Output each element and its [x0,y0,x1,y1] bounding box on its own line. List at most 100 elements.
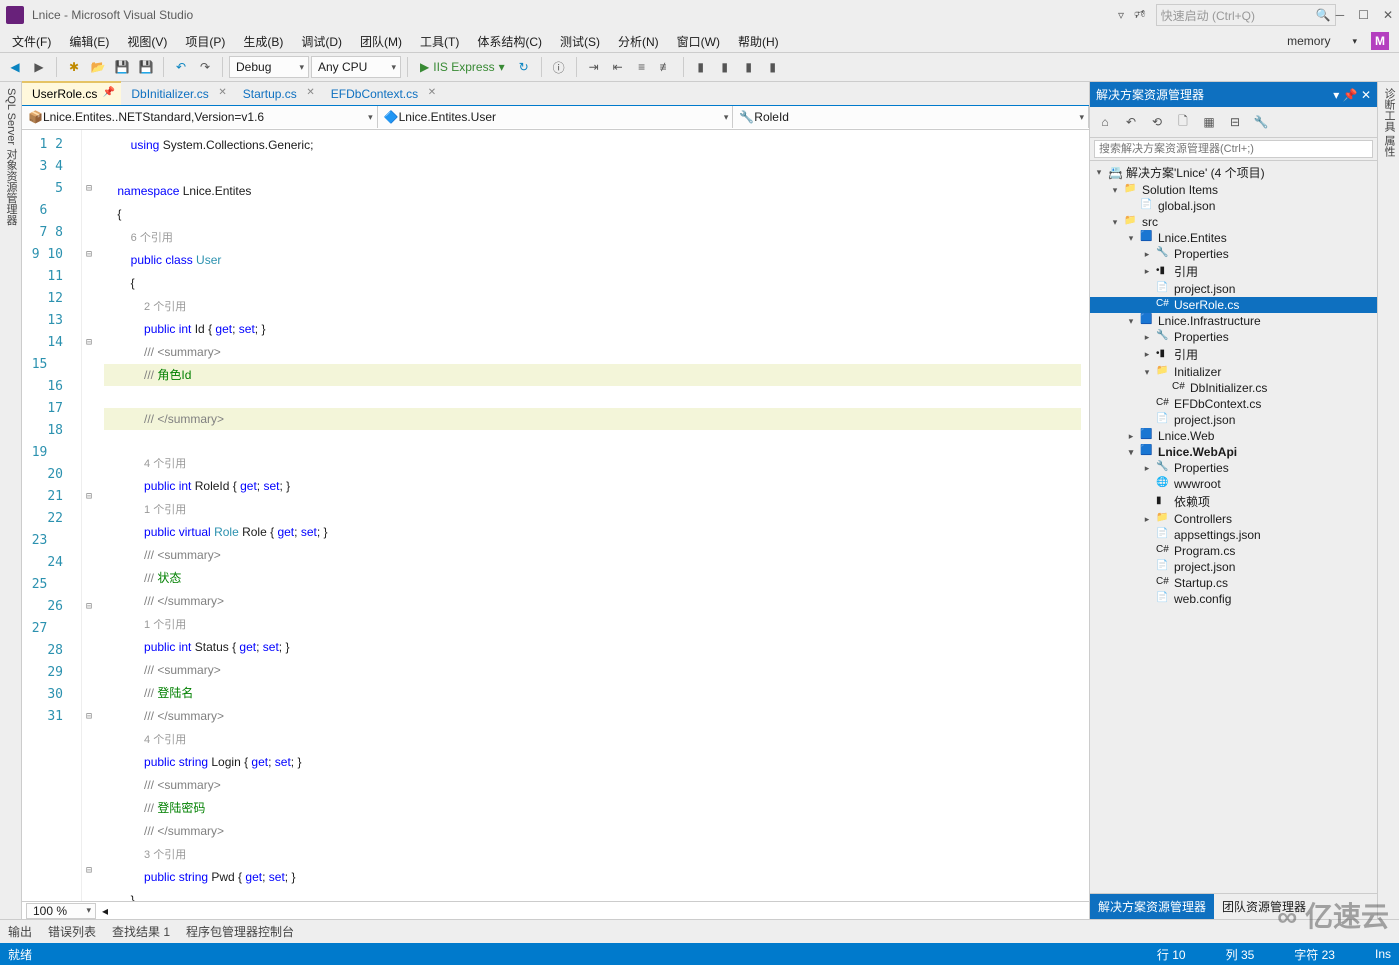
notification-icon[interactable]: ▿ [1118,8,1124,22]
menu-测试(S)[interactable]: 测试(S) [552,31,608,52]
redo-button[interactable]: ↷ [194,56,216,78]
output-tab-查找结果 1[interactable]: 查找结果 1 [112,923,170,940]
pane-dropdown-icon[interactable]: ▾ [1333,88,1339,102]
tool-icon-1[interactable]: ⓘ [548,56,570,78]
output-tab-错误列表[interactable]: 错误列表 [48,923,96,940]
new-project-button[interactable]: ✱ [63,56,85,78]
tree-item-Startup.cs[interactable]: C#Startup.cs [1090,575,1377,591]
pane-tab-解决方案资源管理器[interactable]: 解决方案资源管理器 [1090,894,1214,919]
right-vertical-tab[interactable]: 诊断工具 属性 [1377,82,1399,919]
tree-item-Lnice.WebApi[interactable]: ▾🟦Lnice.WebApi [1090,444,1377,460]
nav-back-button[interactable]: ◀ [4,56,26,78]
menu-帮助(H)[interactable]: 帮助(H) [730,31,787,52]
quick-launch-input[interactable]: 快速启动 (Ctrl+Q) 🔍 [1156,4,1336,26]
pin-icon[interactable]: 📌 [1343,88,1358,102]
tree-item-src[interactable]: ▾📁src [1090,214,1377,230]
tree-item-依赖项[interactable]: ▮依赖项 [1090,492,1377,511]
menu-分析(N)[interactable]: 分析(N) [610,31,667,52]
status-char: 字符 23 [1294,946,1335,963]
tree-item-Solution Items[interactable]: ▾📁Solution Items [1090,182,1377,198]
outdent-button[interactable]: ⇤ [607,56,629,78]
account-menu[interactable]: memory ▾ M [1273,30,1395,52]
run-button[interactable]: ▶ IIS Express ▾ [414,60,511,74]
menu-体系结构(C)[interactable]: 体系结构(C) [469,31,550,52]
se-sync-icon[interactable]: ⟲ [1146,111,1168,133]
tree-item-project.json[interactable]: 📄project.json [1090,281,1377,297]
code-editor[interactable]: 1 2 3 4 5 6 7 8 9 10 11 12 13 14 15 16 1… [22,130,1089,901]
save-button[interactable]: 💾 [111,56,133,78]
tree-item-wwwroot[interactable]: 🌐wwwroot [1090,476,1377,492]
output-tab-输出[interactable]: 输出 [8,923,32,940]
zoom-combo[interactable]: 100 % [26,903,96,919]
uncomment-button[interactable]: ≢ [655,56,677,78]
menu-调试(D)[interactable]: 调试(D) [293,31,350,52]
minimize-button[interactable]: ─ [1336,8,1345,22]
menu-窗口(W)[interactable]: 窗口(W) [669,31,728,52]
menu-文件(F)[interactable]: 文件(F) [4,31,59,52]
browser-link-button[interactable]: ↻ [513,56,535,78]
tree-item-web.config[interactable]: 📄web.config [1090,591,1377,607]
tab-DbInitializer.cs[interactable]: DbInitializer.cs✕ [121,83,232,105]
left-vertical-tab[interactable]: SQL Server 对象资源管理器 [0,82,22,919]
pane-close-icon[interactable]: ✕ [1361,88,1371,102]
tree-item-Lnice.Entites[interactable]: ▾🟦Lnice.Entites [1090,230,1377,246]
se-collapse-icon[interactable]: ⊟ [1224,111,1246,133]
save-all-button[interactable]: 💾 [135,56,157,78]
fold-column[interactable]: ⊟ ⊟ ⊟ ⊟ ⊟ ⊟ ⊟ ⊟ [82,130,96,901]
code-content[interactable]: using System.Collections.Generic; namesp… [96,130,1089,901]
indent-button[interactable]: ⇥ [583,56,605,78]
tree-item-EFDbContext.cs[interactable]: C#EFDbContext.cs [1090,396,1377,412]
output-tab-程序包管理器控制台[interactable]: 程序包管理器控制台 [186,923,294,940]
menu-视图(V)[interactable]: 视图(V) [119,31,175,52]
nav-fwd-button[interactable]: ▶ [28,56,50,78]
solution-explorer-search[interactable] [1090,138,1377,161]
menu-工具(T)[interactable]: 工具(T) [412,31,467,52]
tree-item-Initializer[interactable]: ▾📁Initializer [1090,364,1377,380]
menu-项目(P)[interactable]: 项目(P) [177,31,233,52]
comment-button[interactable]: ≡ [631,56,653,78]
tree-item-global.json[interactable]: 📄global.json [1090,198,1377,214]
maximize-button[interactable]: ☐ [1358,8,1369,22]
nav-class-combo[interactable]: 🔷 Lnice.Entites.User [378,106,734,128]
feedback-icon[interactable]: 🕫 [1134,5,1146,26]
tree-item-Program.cs[interactable]: C#Program.cs [1090,543,1377,559]
se-back-icon[interactable]: ↶ [1120,111,1142,133]
bookmark4-button[interactable]: ▮ [762,56,784,78]
config-combo[interactable]: Debug [229,56,309,78]
open-file-button[interactable]: 📂 [87,56,109,78]
tree-item-Lnice.Web[interactable]: ▸🟦Lnice.Web [1090,428,1377,444]
tab-Startup.cs[interactable]: Startup.cs✕ [233,83,321,105]
menu-生成(B)[interactable]: 生成(B) [235,31,291,52]
tree-item-Controllers[interactable]: ▸📁Controllers [1090,511,1377,527]
nav-project-combo[interactable]: 📦 Lnice.Entites..NETStandard,Version=v1.… [22,106,378,128]
se-search-input[interactable] [1094,140,1373,158]
tree-item-Lnice.Infrastructure[interactable]: ▾🟦Lnice.Infrastructure [1090,313,1377,329]
nav-member-combo[interactable]: 🔧 RoleId [733,106,1089,128]
close-button[interactable]: ✕ [1383,8,1393,22]
tree-item-引用[interactable]: ▸•▮引用 [1090,345,1377,364]
solution-root[interactable]: ▾📇解决方案'Lnice' (4 个项目) [1090,163,1377,182]
tree-item-Properties[interactable]: ▸🔧Properties [1090,329,1377,345]
se-showall-icon[interactable]: ▦ [1198,111,1220,133]
menu-团队(M)[interactable]: 团队(M) [352,31,410,52]
bookmark2-button[interactable]: ▮ [714,56,736,78]
tab-EFDbContext.cs[interactable]: EFDbContext.cs✕ [321,83,442,105]
tree-item-project.json[interactable]: 📄project.json [1090,559,1377,575]
solution-tree[interactable]: ▾📇解决方案'Lnice' (4 个项目) ▾📁Solution Items📄g… [1090,161,1377,893]
bookmark3-button[interactable]: ▮ [738,56,760,78]
tree-item-引用[interactable]: ▸•▮引用 [1090,262,1377,281]
menu-编辑(E)[interactable]: 编辑(E) [61,31,117,52]
tree-item-appsettings.json[interactable]: 📄appsettings.json [1090,527,1377,543]
se-home-icon[interactable]: ⌂ [1094,111,1116,133]
undo-button[interactable]: ↶ [170,56,192,78]
tree-item-Properties[interactable]: ▸🔧Properties [1090,246,1377,262]
tree-item-UserRole.cs[interactable]: C#UserRole.cs [1090,297,1377,313]
se-refresh-icon[interactable]: 🗋 [1172,111,1194,133]
tab-UserRole.cs[interactable]: UserRole.cs📌 [22,81,121,105]
tree-item-DbInitializer.cs[interactable]: C#DbInitializer.cs [1090,380,1377,396]
se-properties-icon[interactable]: 🔧 [1250,111,1272,133]
bookmark-button[interactable]: ▮ [690,56,712,78]
tree-item-Properties[interactable]: ▸🔧Properties [1090,460,1377,476]
platform-combo[interactable]: Any CPU [311,56,401,78]
tree-item-project.json[interactable]: 📄project.json [1090,412,1377,428]
